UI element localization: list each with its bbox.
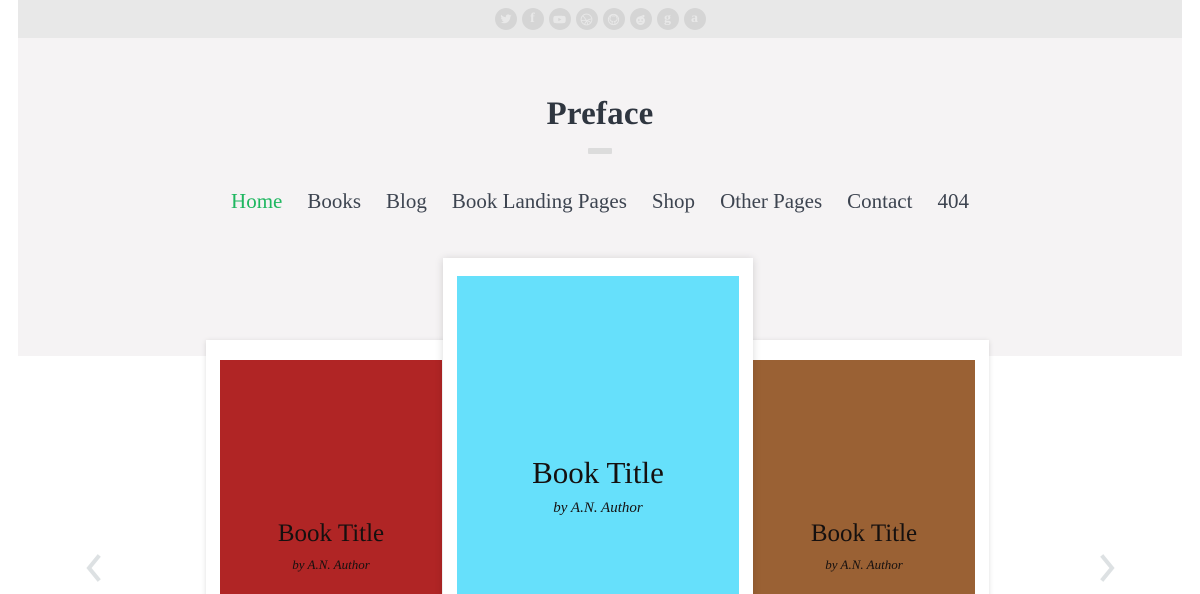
book-card-center[interactable]: Book Title by A.N. Author xyxy=(443,258,753,594)
carousel-prev-button[interactable] xyxy=(73,548,113,588)
book-cover-right: Book Title by A.N. Author xyxy=(753,360,975,594)
book-cover-text-center: Book Title by A.N. Author xyxy=(457,455,739,517)
book-title: Book Title xyxy=(532,455,664,490)
book-cover-left: Book Title by A.N. Author xyxy=(220,360,442,594)
page-root: f g a Preface Home Books Blog Book Landi… xyxy=(0,0,1200,594)
book-cover-center: Book Title by A.N. Author xyxy=(457,276,739,594)
book-author: by A.N. Author xyxy=(292,556,370,572)
book-author: by A.N. Author xyxy=(553,500,643,517)
book-carousel: Book Title by A.N. Author Book Title by … xyxy=(0,0,1200,594)
book-author: by A.N. Author xyxy=(825,556,903,572)
book-card-left[interactable]: Book Title by A.N. Author xyxy=(206,340,456,594)
book-title: Book Title xyxy=(277,520,385,547)
book-cover-text-right: Book Title by A.N. Author xyxy=(753,520,975,573)
carousel-next-button[interactable] xyxy=(1088,548,1128,588)
book-title: Book Title xyxy=(810,520,918,547)
book-cover-text-left: Book Title by A.N. Author xyxy=(220,520,442,573)
book-card-right[interactable]: Book Title by A.N. Author xyxy=(739,340,989,594)
